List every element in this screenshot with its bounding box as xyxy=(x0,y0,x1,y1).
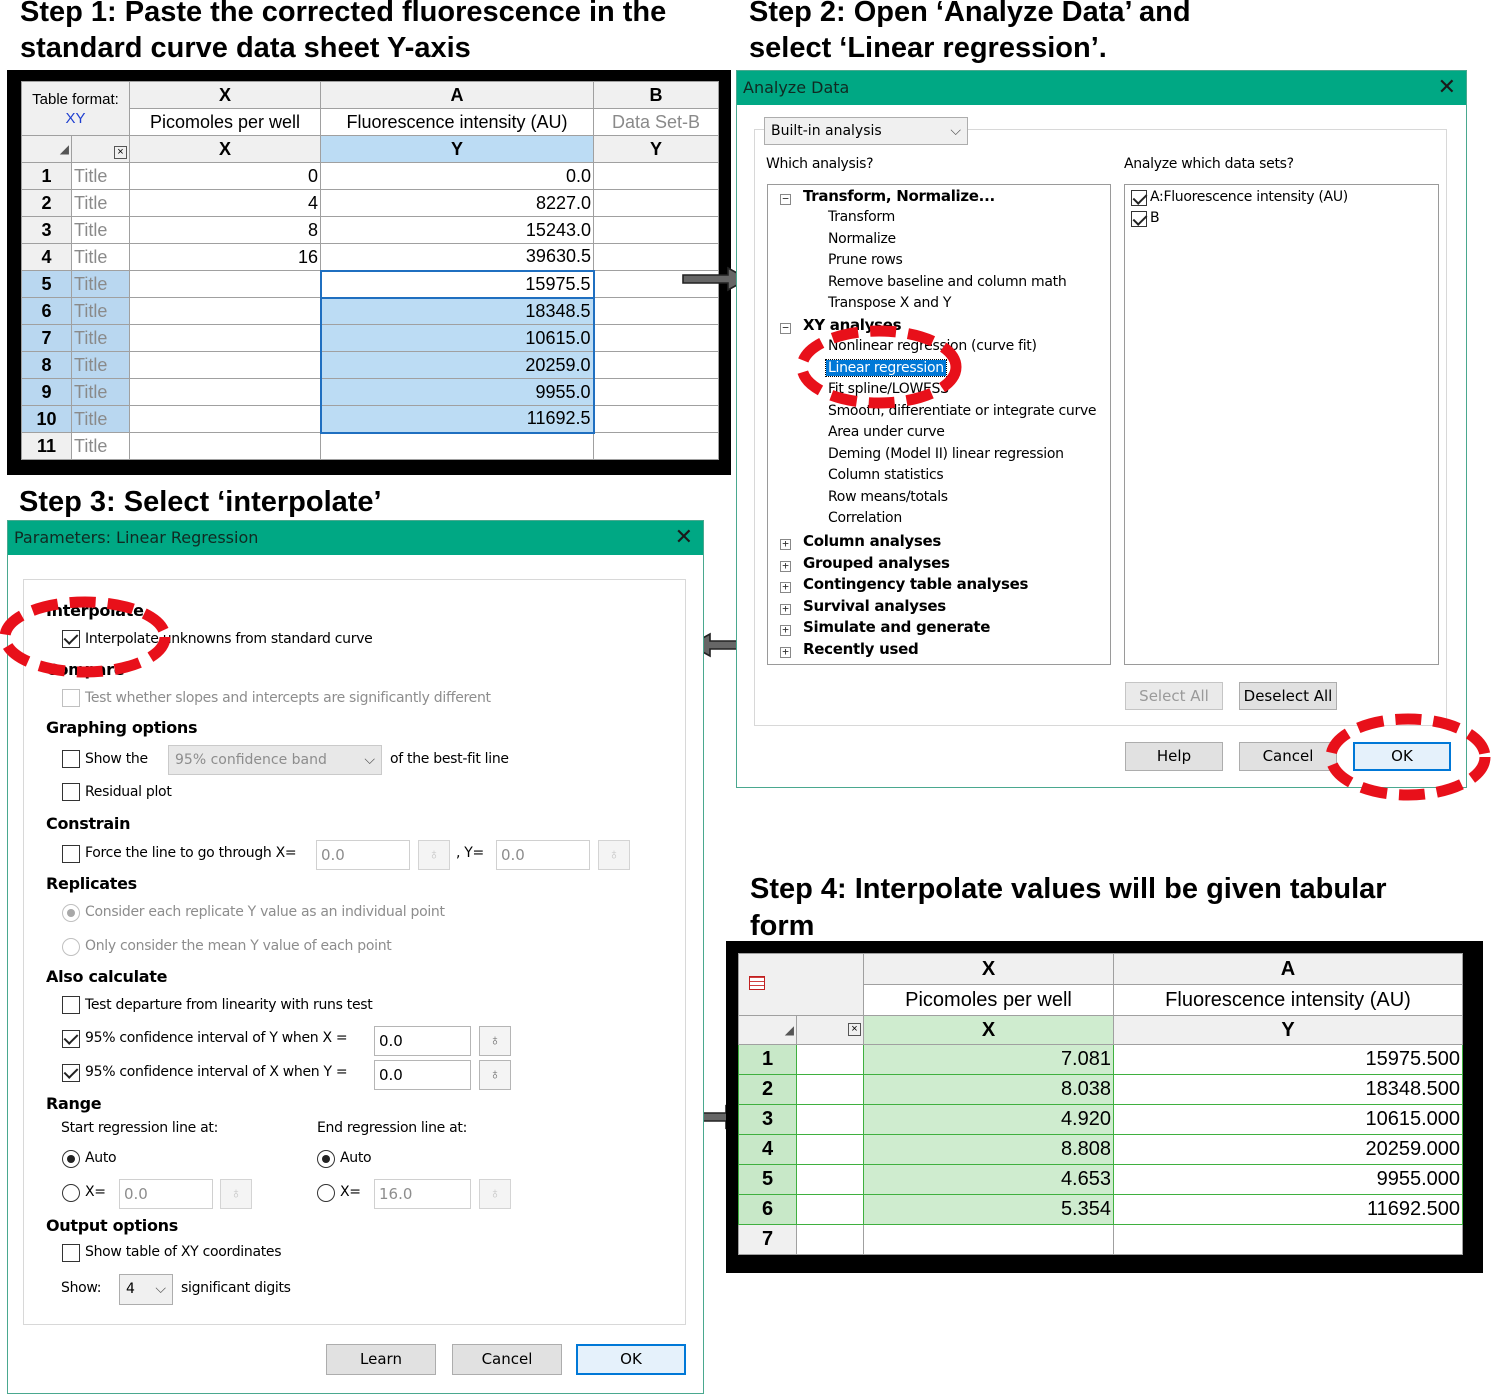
highlight-overlay xyxy=(0,325,1491,801)
highlight-circle-ok xyxy=(1325,713,1491,801)
highlight-circle-interpolate xyxy=(0,596,171,678)
highlight-circle-linear-regression xyxy=(796,325,962,409)
